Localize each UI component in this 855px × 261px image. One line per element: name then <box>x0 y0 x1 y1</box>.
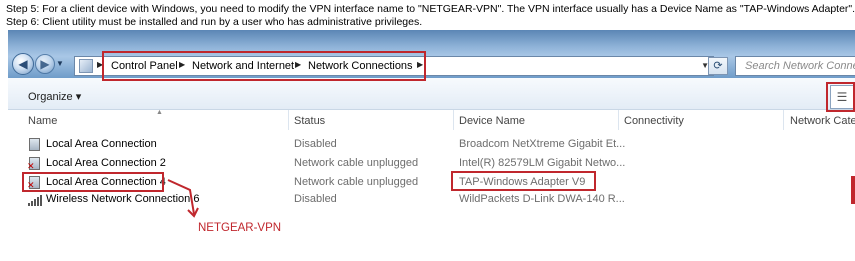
connection-status: Network cable unplugged <box>294 157 419 169</box>
network-adapter-icon: ✕ <box>27 157 40 171</box>
refresh-icon[interactable]: ⟳ <box>708 57 728 75</box>
column-header-name[interactable]: Name <box>28 115 57 127</box>
organize-menu-button[interactable]: Organize ▾ <box>28 90 81 103</box>
forward-arrow-icon[interactable]: ▶ <box>35 54 55 74</box>
step6-instruction: Step 6: Client utility must be installed… <box>6 16 423 28</box>
connection-name: Local Area Connection <box>46 138 157 150</box>
connection-status: Network cable unplugged <box>294 176 419 188</box>
column-header-connectivity[interactable]: Connectivity <box>624 115 684 127</box>
connection-status: Disabled <box>294 138 337 150</box>
connection-status: Disabled <box>294 193 337 205</box>
control-panel-icon <box>79 59 93 73</box>
highlight-address-bar <box>102 51 426 81</box>
column-header-network-category[interactable]: Network Category <box>790 115 855 127</box>
list-item[interactable]: Local Area Connection Disabled Broadcom … <box>8 137 855 154</box>
column-header-status[interactable]: Status <box>294 115 325 127</box>
column-divider[interactable] <box>618 110 619 130</box>
annotation-label: NETGEAR-VPN <box>198 222 282 234</box>
column-divider[interactable] <box>783 110 784 130</box>
list-item[interactable]: ✕ Local Area Connection 2 Network cable … <box>8 156 855 173</box>
column-divider[interactable] <box>453 110 454 130</box>
recent-pages-dropdown-icon[interactable]: ▼ <box>56 59 64 68</box>
network-adapter-icon <box>29 138 40 151</box>
highlight-edge-marker <box>851 176 855 204</box>
step5-instruction: Step 5: For a client device with Windows… <box>6 3 855 15</box>
search-input[interactable]: Search Network Connections <box>735 56 855 76</box>
wireless-signal-icon <box>28 195 42 206</box>
highlight-view-button <box>826 82 855 112</box>
column-divider[interactable] <box>288 110 289 130</box>
command-bar: Organize ▾ ☰ <box>8 78 855 110</box>
list-item[interactable]: Wireless Network Connection 6 Disabled W… <box>8 192 855 209</box>
back-arrow-icon[interactable]: ◀ <box>12 53 34 75</box>
column-header-device-name[interactable]: Device Name <box>459 115 525 127</box>
device-name: WildPackets D-Link DWA-140 R... <box>459 193 625 205</box>
connection-name: Local Area Connection 2 <box>46 157 166 169</box>
device-name: Intel(R) 82579LM Gigabit Netwo... <box>459 157 626 169</box>
sort-ascending-icon: ▲ <box>156 109 163 116</box>
highlight-connection-name <box>22 172 164 192</box>
highlight-device-name <box>451 171 596 191</box>
annotation-arrow-icon <box>167 179 199 218</box>
device-name: Broadcom NetXtreme Gigabit Et... <box>459 138 626 150</box>
